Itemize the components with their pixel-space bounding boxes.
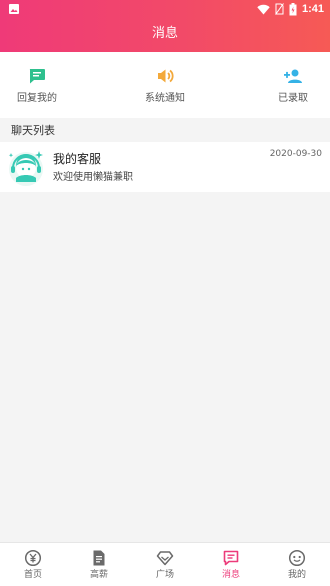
document-icon [93,550,105,566]
customer-service-avatar [8,151,43,186]
chat-last-message: 欢迎使用懒猫兼职 [53,172,133,183]
tab-plaza[interactable]: 广场 [132,543,198,586]
reply-chat-icon [29,69,45,84]
tab-high-pay[interactable]: 高薪 [66,543,132,586]
tab-label: 广场 [155,570,174,580]
action-label: 系统通知 [145,93,185,104]
message-categories: 回复我的 系统通知 已录取 [0,52,330,118]
chat-list-heading: 聊天列表 [11,124,55,137]
status-time: 1:41 [301,3,324,15]
message-icon [223,550,239,566]
page-title: 消息 [151,26,178,41]
speaker-icon [158,69,174,83]
tab-mine[interactable]: 我的 [264,543,330,586]
yen-circle-icon [24,549,42,567]
status-bar: 1:41 [0,0,330,18]
person-add-icon [284,69,302,83]
tab-label: 消息 [221,570,240,580]
system-notice-button[interactable]: 系统通知 [110,52,220,118]
chat-date: 2020-09-30 [269,149,322,159]
image-notification-icon [9,4,19,14]
action-label: 回复我的 [17,93,57,104]
diamond-icon [156,551,174,566]
reply-to-me-button[interactable]: 回复我的 [0,52,92,118]
action-label: 已录取 [278,93,308,104]
wifi-icon [257,4,270,14]
no-sim-icon [275,3,284,15]
smiley-icon [288,549,306,567]
tab-messages[interactable]: 消息 [198,543,264,586]
tab-label: 高薪 [89,570,108,580]
chat-list-item[interactable]: 我的客服 欢迎使用懒猫兼职 2020-09-30 [0,142,330,192]
app-header: 1:41 消息 [0,0,330,52]
tab-label: 首页 [23,570,42,580]
tab-label: 我的 [287,570,306,580]
bottom-tab-bar: 首页 高薪 广场 消息 我的 [0,542,330,586]
tab-home[interactable]: 首页 [0,543,66,586]
battery-icon [289,2,297,15]
admitted-button[interactable]: 已录取 [238,52,330,118]
chat-name: 我的客服 [53,152,102,166]
